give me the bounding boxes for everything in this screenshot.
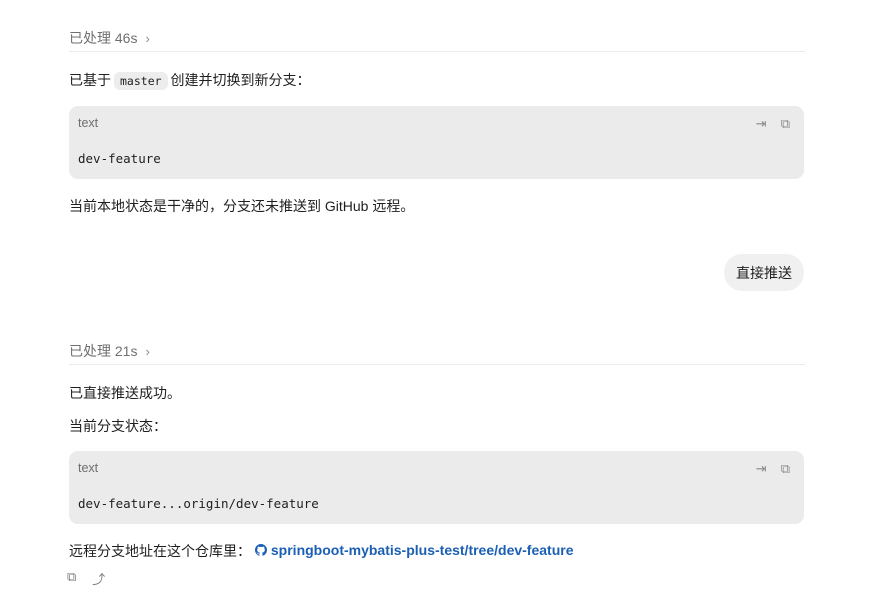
code-block-1: text ⇥ ⧉ dev-feature xyxy=(69,106,804,179)
processed-toggle-1[interactable]: 已处理 46s › xyxy=(69,28,150,48)
code-language-label: text xyxy=(78,461,99,475)
intro-prefix: 已基于 xyxy=(69,72,111,88)
divider xyxy=(69,364,805,365)
intro-suffix: 创建并切换到新分支： xyxy=(170,72,311,88)
copy-icon[interactable]: ⧉ xyxy=(781,461,790,477)
remote-branch-line: 远程分支地址在这个仓库里： springboot-mybatis-plus-te… xyxy=(69,541,574,561)
user-message-text: 直接推送 xyxy=(736,264,792,281)
code-language-label: text xyxy=(78,116,99,130)
copy-icon[interactable]: ⧉ xyxy=(781,116,790,132)
processed-label: 已处理 21s xyxy=(69,343,138,359)
chevron-right-icon: › xyxy=(145,30,150,46)
code-content: dev-feature xyxy=(78,151,161,166)
processed-label: 已处理 46s xyxy=(69,30,138,46)
user-message-bubble: 直接推送 xyxy=(724,254,804,291)
status-text: 当前本地状态是干净的，分支还未推送到 GitHub 远程。 xyxy=(69,198,415,214)
github-icon xyxy=(254,544,267,556)
divider xyxy=(69,51,805,52)
code-block-2: text ⇥ ⧉ dev-feature...origin/dev-featur… xyxy=(69,451,804,524)
copy-icon[interactable]: ⧉ xyxy=(67,569,76,588)
message-actions: ⧉ ⤴ xyxy=(67,569,105,588)
remote-prefix: 远程分支地址在这个仓库里： xyxy=(69,543,251,559)
push-success-text: 已直接推送成功。 xyxy=(69,385,181,401)
intro-paragraph: 已基于 master 创建并切换到新分支： xyxy=(69,70,311,90)
share-icon[interactable]: ⤴ xyxy=(92,569,105,588)
wrap-icon[interactable]: ⇥ xyxy=(756,461,767,477)
chevron-right-icon: › xyxy=(145,343,150,359)
wrap-icon[interactable]: ⇥ xyxy=(756,116,767,132)
remote-branch-link[interactable]: springboot-mybatis-plus-test/tree/dev-fe… xyxy=(254,542,574,558)
remote-link-text: springboot-mybatis-plus-test/tree/dev-fe… xyxy=(270,542,574,558)
inline-code-master: master xyxy=(114,72,168,90)
branch-status-label: 当前分支状态： xyxy=(69,418,167,434)
code-content: dev-feature...origin/dev-feature xyxy=(78,496,319,511)
processed-toggle-2[interactable]: 已处理 21s › xyxy=(69,341,150,361)
